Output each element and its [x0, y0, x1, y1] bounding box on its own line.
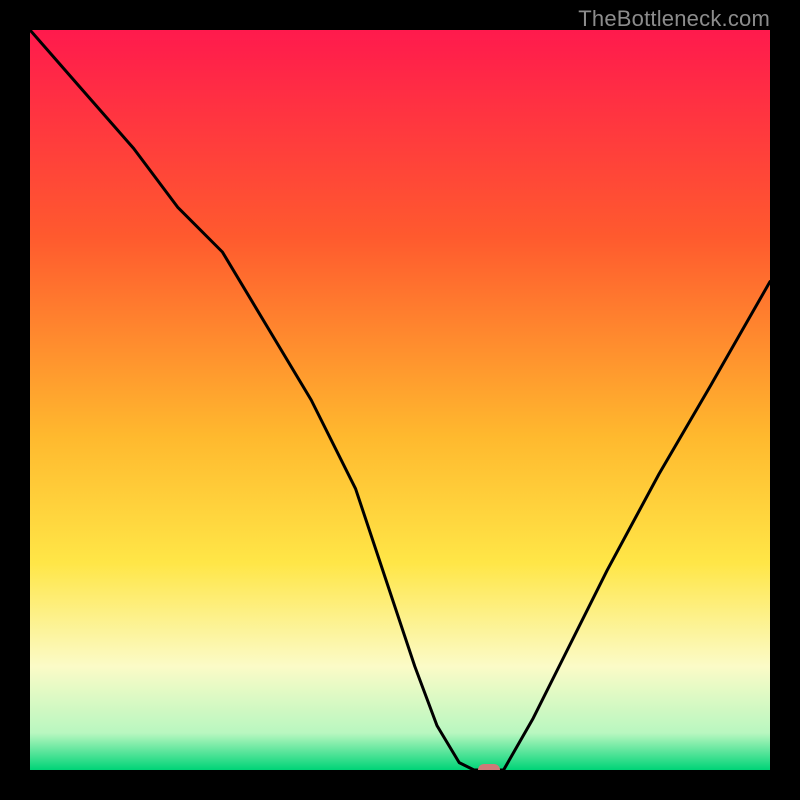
optimal-point-marker [478, 764, 500, 770]
plot-area [30, 30, 770, 770]
gradient-background [30, 30, 770, 770]
chart-svg [30, 30, 770, 770]
chart-frame: TheBottleneck.com [0, 0, 800, 800]
watermark-text: TheBottleneck.com [578, 6, 770, 32]
